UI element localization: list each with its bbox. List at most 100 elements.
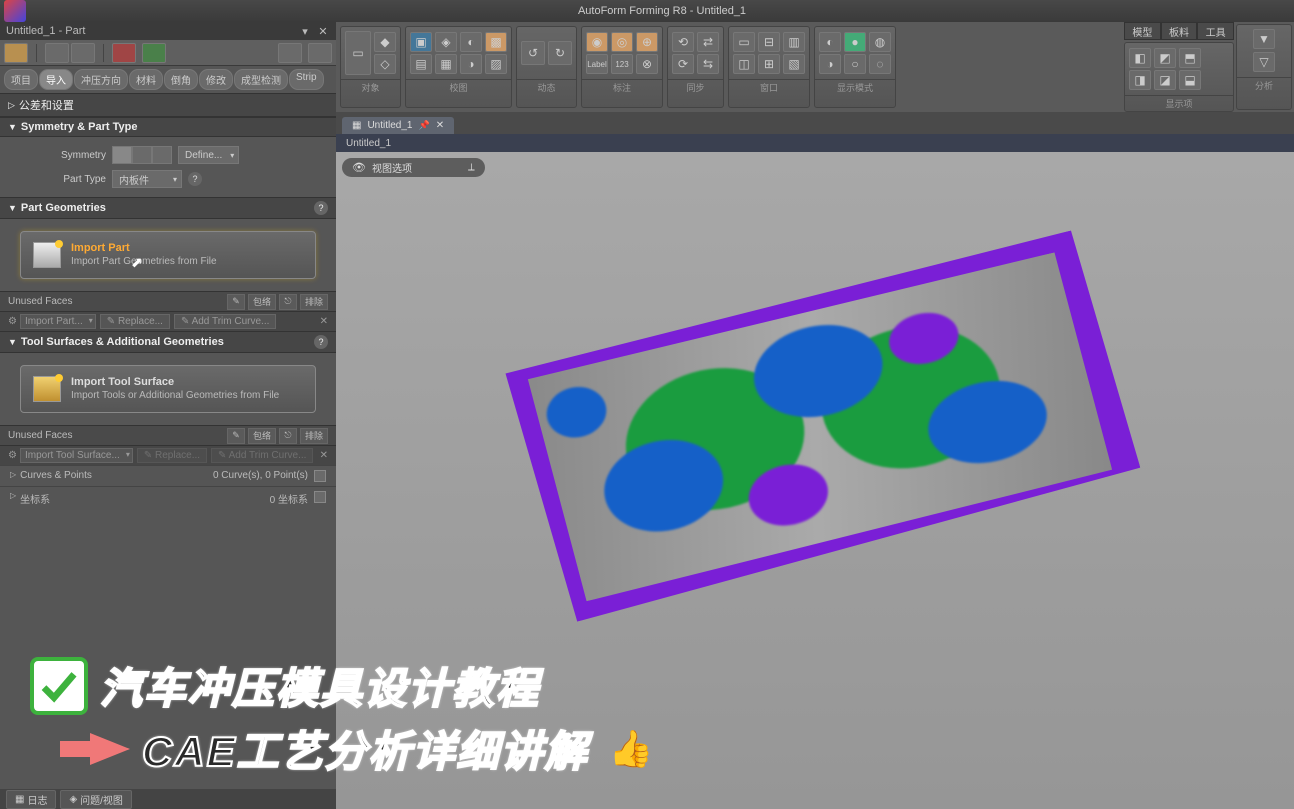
tool-button[interactable]: 123: [611, 54, 633, 74]
checkbox[interactable]: [314, 491, 326, 503]
curves-points-row[interactable]: ▷ Curves & Points 0 Curve(s), 0 Point(s): [0, 465, 336, 486]
tool-button[interactable]: ⊕: [636, 32, 658, 52]
close-icon[interactable]: ✕: [436, 120, 444, 131]
tool-button[interactable]: ◍: [869, 32, 891, 52]
label-button[interactable]: Label: [586, 54, 608, 74]
wrench-icon[interactable]: ✎: [227, 428, 245, 444]
tool-button[interactable]: ◩: [1154, 48, 1176, 68]
tab-tool[interactable]: 工具: [1197, 22, 1234, 40]
add-trim-button[interactable]: ✎ Add Trim Curve...: [211, 448, 313, 463]
import-part-button[interactable]: Import Part Import Part Geometries from …: [20, 231, 316, 279]
tool-button[interactable]: ◐: [819, 32, 841, 52]
import-tool-surface-button[interactable]: Import Tool Surface Import Tools or Addi…: [20, 365, 316, 413]
pin-icon[interactable]: ⟂: [468, 162, 475, 173]
tool-button[interactable]: ◑: [460, 54, 482, 74]
tab-material[interactable]: 材料: [129, 69, 163, 90]
folder-open-button[interactable]: [4, 43, 28, 63]
tool-button[interactable]: ↻: [548, 41, 572, 65]
tool-button[interactable]: ◆: [374, 32, 396, 52]
tool-button[interactable]: ⇄: [697, 32, 719, 52]
tab-fillet[interactable]: 倒角: [164, 69, 198, 90]
delete-icon[interactable]: ✕: [320, 316, 328, 327]
tool-button[interactable]: ◉: [586, 32, 608, 52]
view-options-chip[interactable]: 👁 视图选项 ⟂: [342, 158, 485, 177]
replace-button[interactable]: ✎ Replace...: [100, 314, 170, 329]
tab-sheet[interactable]: 板料: [1161, 22, 1198, 40]
tool-button[interactable]: ⬒: [1179, 48, 1201, 68]
issues-button[interactable]: ◈ 问题/视图: [60, 790, 131, 809]
tool-button[interactable]: ◪: [1154, 70, 1176, 90]
tab-stamp-dir[interactable]: 冲压方向: [74, 69, 128, 90]
envelope-button[interactable]: 包络: [248, 294, 276, 310]
section-tolerance[interactable]: ▷ 公差和设置: [0, 93, 336, 117]
tool-button[interactable]: ◇: [374, 54, 396, 74]
add-trim-button[interactable]: ✎ Add Trim Curve...: [174, 314, 276, 329]
tool-button[interactable]: ⊟: [758, 32, 780, 52]
link-icon[interactable]: ⎋: [279, 294, 297, 310]
link-icon[interactable]: ⎋: [279, 428, 297, 444]
tool-button[interactable]: ⊗: [636, 54, 658, 74]
tool-button[interactable]: ▩: [485, 32, 507, 52]
tab-project[interactable]: 项目: [4, 69, 38, 90]
select-button[interactable]: ▭: [345, 31, 371, 75]
document-tab[interactable]: ▦ Untitled_1 📌 ✕: [342, 117, 454, 134]
envelope-button[interactable]: 包络: [248, 428, 276, 444]
exclude-button[interactable]: 排除: [300, 294, 328, 310]
tool-button[interactable]: ◑: [819, 54, 841, 74]
import-tool-dropdown[interactable]: Import Tool Surface...: [20, 448, 133, 463]
sim-button[interactable]: [142, 43, 166, 63]
tool-button[interactable]: ▦: [435, 54, 457, 74]
tool-button[interactable]: ◫: [733, 54, 755, 74]
tool-button[interactable]: ◌: [869, 54, 891, 74]
redo-button[interactable]: [71, 43, 95, 63]
tool-button[interactable]: ▤: [410, 54, 432, 74]
help-icon[interactable]: ?: [314, 335, 328, 349]
section-part-geom[interactable]: ▼ Part Geometries ?: [0, 197, 336, 219]
tool-button[interactable]: ◐: [460, 32, 482, 52]
tool-button[interactable]: ◈: [435, 32, 457, 52]
tool-button[interactable]: ▧: [783, 54, 805, 74]
define-dropdown[interactable]: Define...: [178, 146, 239, 164]
section-symmetry[interactable]: ▼ Symmetry & Part Type: [0, 117, 336, 137]
tool-button[interactable]: ⇆: [697, 54, 719, 74]
tool-button[interactable]: ▥: [783, 32, 805, 52]
tab-model[interactable]: 模型: [1124, 22, 1161, 40]
tool-button[interactable]: ↺: [521, 41, 545, 65]
undo-button[interactable]: [45, 43, 69, 63]
tool-button[interactable]: ▭: [733, 32, 755, 52]
tool-button[interactable]: ▽: [1253, 52, 1275, 72]
tool-button[interactable]: ⟳: [672, 54, 694, 74]
tool-button[interactable]: ●: [844, 32, 866, 52]
replace-button[interactable]: ✎ Replace...: [137, 448, 207, 463]
tool-button[interactable]: ⬓: [1179, 70, 1201, 90]
coord-sys-row[interactable]: ▷ 坐标系 0 坐标系: [0, 486, 336, 510]
pin-icon[interactable]: 📌: [418, 120, 429, 131]
tool-button[interactable]: ▨: [485, 54, 507, 74]
close-icon[interactable]: ✕: [316, 24, 330, 38]
checkbox[interactable]: [314, 470, 326, 482]
symmetry-toggle[interactable]: [112, 146, 172, 164]
help-icon[interactable]: ?: [314, 201, 328, 215]
section-tool-surf[interactable]: ▼ Tool Surfaces & Additional Geometries …: [0, 331, 336, 353]
tool-button[interactable]: ▣: [410, 32, 432, 52]
help-icon[interactable]: ?: [188, 172, 202, 186]
tool-button[interactable]: ◧: [1129, 48, 1151, 68]
tool-button[interactable]: ⟲: [672, 32, 694, 52]
pin-icon[interactable]: [278, 43, 302, 63]
parttype-dropdown[interactable]: 内板件: [112, 170, 182, 188]
delete-icon[interactable]: ✕: [320, 450, 328, 461]
tool-button[interactable]: ◎: [611, 32, 633, 52]
import-part-dropdown[interactable]: Import Part...: [20, 314, 96, 329]
tab-strip[interactable]: Strip: [289, 69, 324, 90]
exclude-button[interactable]: 排除: [300, 428, 328, 444]
tab-modify[interactable]: 修改: [199, 69, 233, 90]
tool-button[interactable]: ○: [844, 54, 866, 74]
gear-icon[interactable]: [308, 43, 332, 63]
tool-button[interactable]: ◨: [1129, 70, 1151, 90]
log-button[interactable]: ▦ 日志: [6, 790, 56, 809]
tab-form-check[interactable]: 成型检测: [234, 69, 288, 90]
dropdown-icon[interactable]: ▾: [298, 24, 312, 38]
wrench-icon[interactable]: ✎: [227, 294, 245, 310]
preset-button[interactable]: [112, 43, 136, 63]
tab-import[interactable]: 导入: [39, 69, 73, 90]
